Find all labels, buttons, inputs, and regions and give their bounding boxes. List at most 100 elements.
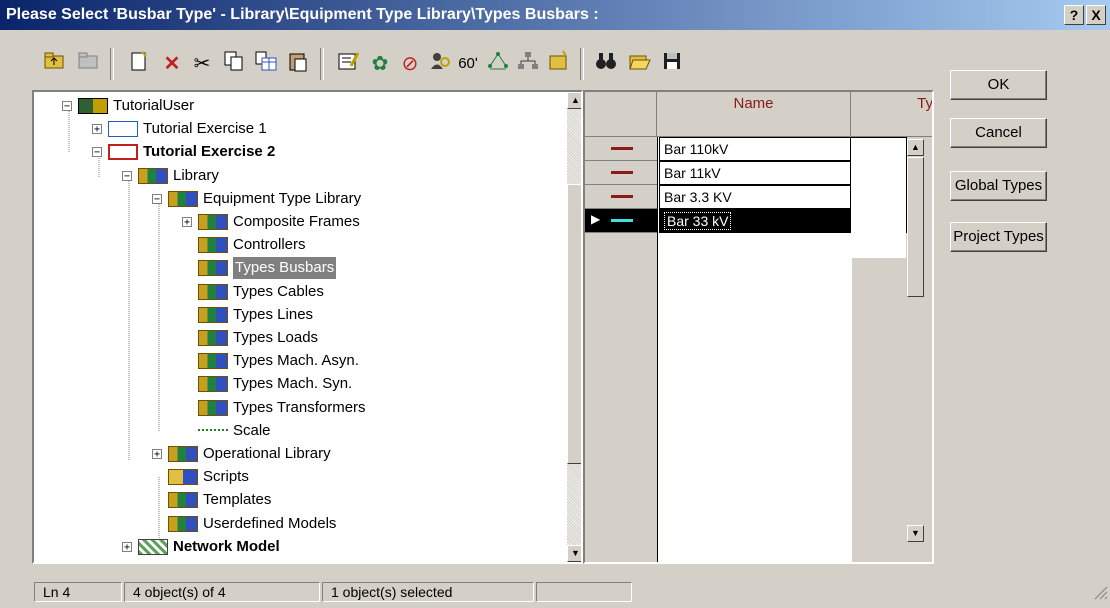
edit-object-icon[interactable] [334,50,362,78]
tree-item[interactable]: + Composite Frames [182,211,360,233]
grid-cell-name[interactable]: Bar 110kV [659,137,851,161]
ok-button[interactable]: OK [950,70,1047,100]
scroll-up-button[interactable]: ▲ [567,92,581,109]
tree-item-label: Tutorial Exercise 1 [143,120,267,138]
glasses-icon[interactable]: 60ʹ [454,50,482,78]
forbidden-icon[interactable]: ⊘ [396,50,424,78]
library-icon [198,214,228,230]
tree-item[interactable]: Types Cables [182,281,324,303]
tree-item[interactable]: Types Transformers [182,397,366,419]
library-tree[interactable]: − TutorialUser + Tutorial Exercise 1− Tutori… [32,90,583,564]
row-header[interactable] [585,137,657,161]
busbar-icon [611,147,633,150]
tree-item[interactable]: Scale [182,420,271,442]
save-disk-icon[interactable] [658,50,686,78]
folder-up-icon[interactable] [40,50,68,78]
tree-item-label: Templates [203,491,272,509]
tree-item-label: Scale [233,421,271,439]
grid-scrollbar[interactable]: ▲ ▼ [907,137,924,545]
hierarchy-icon[interactable] [514,50,542,78]
open-folder-icon[interactable] [626,50,654,78]
tree-item[interactable]: Scripts [152,466,249,488]
library-icon [198,330,228,346]
collapse-icon[interactable]: − [122,170,132,181]
delete-icon[interactable]: ✕ [158,50,186,78]
global-types-button[interactable]: Global Types [950,171,1047,201]
tree-item[interactable]: − Library [122,165,219,187]
binoculars-icon[interactable] [592,50,620,78]
tree-item-label: Tutorial Exercise 2 [143,143,276,161]
row-header[interactable] [585,185,657,209]
folder-icon[interactable] [74,50,102,78]
expand-icon[interactable]: + [92,124,102,135]
tree-item[interactable]: Userdefined Models [152,513,336,535]
cut-icon[interactable]: ✂ [188,50,216,78]
tree-item-label: Userdefined Models [203,514,337,532]
copy-icon[interactable] [220,50,248,78]
collapse-icon[interactable]: − [92,147,102,158]
library-icon [138,167,168,184]
copy-table-icon[interactable] [252,50,280,78]
expand-icon[interactable]: + [152,449,162,460]
scroll-thumb[interactable] [567,184,581,464]
close-button[interactable]: X [1086,5,1106,25]
tree-item-label: Types Busbars [233,257,337,280]
tree-item[interactable]: Types Lines [182,304,313,326]
window-title: Please Select 'Busbar Type' - Library\Eq… [6,6,599,23]
tree-item[interactable]: + Network Model [122,536,280,558]
grid-cell-name[interactable]: Bar 11kV [659,161,851,185]
grid-scroll-down-button[interactable]: ▼ [907,525,924,542]
status-object-count: 4 object(s) of 4 [124,582,320,602]
type-grid[interactable]: Name Ty Bar 110kV Bar 11kV Bar 3.3 KV ▶ Bar … [583,90,934,564]
tree-item[interactable]: Types Loads [182,327,318,349]
cell-text: Bar 3.3 KV [664,189,732,205]
tree-item-label: Scripts [203,468,249,486]
toolbar: ✕ ✂ ✿ ⊘ 60ʹ [30,40,910,90]
expand-icon[interactable]: + [182,217,192,228]
library-icon [168,190,198,207]
help-button[interactable]: ? [1064,5,1084,25]
tree-item[interactable]: + Operational Library [152,443,331,465]
scale-icon [198,428,228,435]
busbar-icon [611,195,633,198]
tree-item[interactable]: Templates [152,489,271,511]
tree-item[interactable]: − Tutorial Exercise 2 [92,141,275,163]
library-icon [168,446,198,462]
scroll-down-button[interactable]: ▼ [567,545,581,562]
tree-item-label: TutorialUser [113,97,195,114]
tree-item[interactable]: − TutorialUser [62,95,194,117]
scripts-icon [168,469,198,486]
cancel-button[interactable]: Cancel [950,118,1047,148]
tree-item[interactable]: Types Mach. Syn. [182,373,352,395]
tree-item[interactable]: Types Mach. Asyn. [182,350,359,372]
row-header[interactable] [585,161,657,185]
tree-item-label: Types Cables [233,282,324,300]
library-icon [198,283,228,300]
expand-icon[interactable]: + [122,541,132,552]
tree-item[interactable]: Types Busbars [182,257,337,280]
column-header-name[interactable]: Name [657,92,851,137]
tree-item[interactable]: Controllers [182,234,306,256]
user-search-icon[interactable] [426,50,454,78]
grid-cell-name[interactable]: Bar 33 kV [659,209,851,233]
project-types-button[interactable]: Project Types [950,222,1047,252]
new-object-icon[interactable] [125,50,153,78]
paste-icon[interactable] [284,50,312,78]
tree-item-label: Equipment Type Library [203,189,362,207]
library-icon [198,399,228,416]
column-header-type[interactable]: Ty [851,92,932,137]
collapse-icon[interactable]: − [62,101,72,112]
tree-item[interactable]: + Tutorial Exercise 1 [92,118,267,140]
new-folder-icon[interactable] [544,50,572,78]
grid-cell-name[interactable]: Bar 3.3 KV [659,185,851,209]
user-icon [78,98,108,114]
tree-scrollbar[interactable]: ▲ ▼ [567,92,581,562]
settings-icon[interactable]: ✿ [366,50,394,78]
grid-scroll-up-button[interactable]: ▲ [907,139,924,156]
resize-grip-icon[interactable] [1092,584,1108,600]
tree-item[interactable]: − Equipment Type Library [152,188,361,210]
row-header[interactable]: ▶ [585,209,657,233]
network-icon[interactable] [484,50,512,78]
collapse-icon[interactable]: − [152,193,162,204]
grid-scroll-thumb[interactable] [907,157,924,297]
